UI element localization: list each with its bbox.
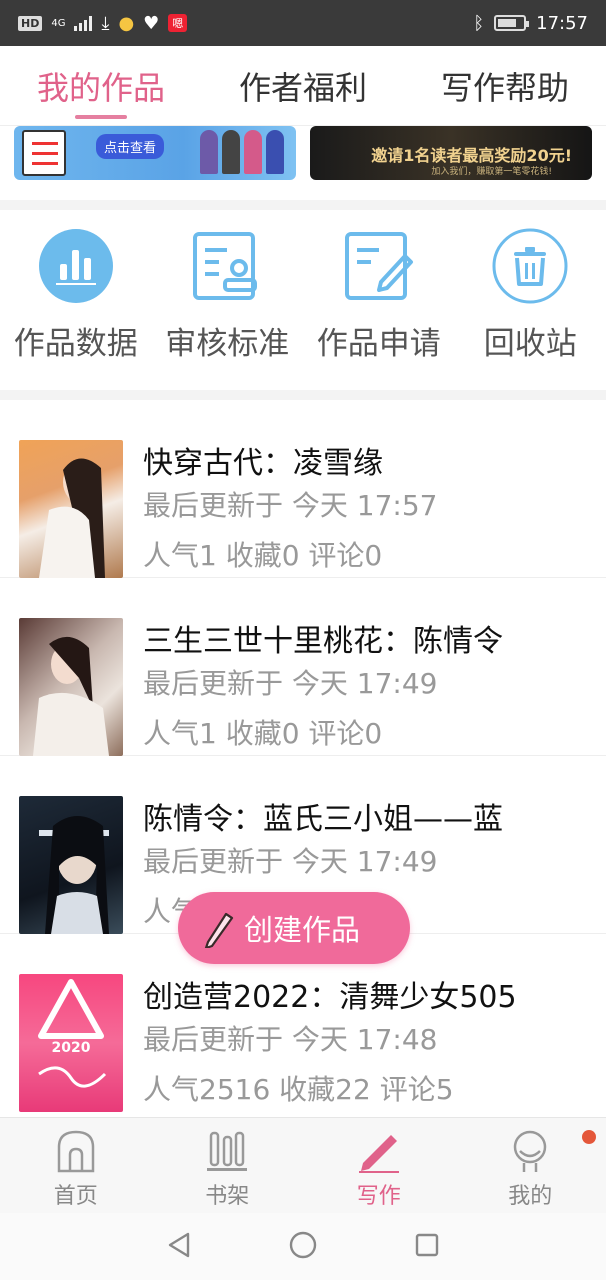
work-updated: 最后更新于 今天 17:57 [143, 489, 438, 522]
system-nav-bar [0, 1213, 606, 1280]
profile-icon [508, 1128, 552, 1174]
book-cover [19, 796, 123, 934]
nav-label: 书架 [205, 1184, 250, 1209]
checklist-icon [22, 130, 66, 176]
banner-left[interactable]: 点击查看 [14, 126, 296, 180]
book-cover: 2020 [19, 974, 123, 1112]
tab-my-works[interactable]: 我的作品 [0, 46, 202, 125]
bulb-icon: ● [118, 12, 135, 34]
view-button[interactable]: 点击查看 [96, 134, 165, 159]
work-stats: 人气1 收藏0 评论0 [143, 539, 383, 572]
work-title: 陈情令：蓝氏三小姐——蓝 [143, 802, 503, 836]
banner-invite-text: 邀请1名读者最高奖励20元! [371, 146, 572, 165]
book-cover [19, 440, 123, 578]
nav-label: 我的 [508, 1184, 553, 1209]
notification-badge: 嗯 [168, 14, 188, 32]
tool-label: 作品数据 [13, 326, 138, 362]
tool-row: 作品数据 审核标准 作品申请 回收站 [0, 210, 606, 390]
edit-doc-icon [341, 228, 417, 304]
tool-work-apply[interactable]: 作品申请 [303, 210, 455, 390]
bluetooth-icon: ᛒ [473, 12, 485, 34]
list-item[interactable]: 快穿古代：凌雪缘 最后更新于 今天 17:57 人气1 收藏0 评论0 [0, 400, 606, 578]
battery-icon [494, 15, 530, 31]
review-stamp-icon [189, 228, 265, 304]
create-work-label: 创建作品 [244, 913, 361, 947]
nav-write[interactable]: 写作 [303, 1118, 455, 1213]
notification-dot [582, 1130, 596, 1144]
banner-join-text: 加入我们，赚取第一笔零花钱! [431, 167, 552, 177]
work-title: 快穿古代：凌雪缘 [143, 446, 383, 480]
divider [0, 200, 606, 210]
characters-illustration [200, 130, 284, 174]
download-icon: ⤓ [101, 12, 110, 34]
work-title: 三生三世十里桃花：陈情令 [143, 624, 503, 658]
nav-profile[interactable]: 我的 [455, 1118, 606, 1213]
work-stats: 人气1 收藏0 评论0 [143, 717, 383, 750]
tab-author-benefits[interactable]: 作者福利 [202, 46, 404, 125]
network-label: 4G [51, 17, 66, 29]
pen-icon [357, 1128, 401, 1174]
work-title: 创造营2022：清舞少女505 [143, 980, 517, 1014]
top-tabs: 我的作品 作者福利 写作帮助 [0, 46, 606, 126]
nav-home[interactable]: 首页 [0, 1118, 152, 1213]
recents-icon[interactable] [414, 1232, 440, 1262]
work-updated: 最后更新于 今天 17:49 [143, 667, 438, 700]
heart-icon: ♥ [143, 12, 160, 34]
bar-chart-icon [38, 228, 114, 304]
hd-icon: HD [18, 15, 43, 31]
back-icon[interactable] [166, 1231, 192, 1263]
tool-review-standard[interactable]: 审核标准 [152, 210, 304, 390]
cover-year: 2020 [52, 1040, 91, 1056]
pencil-icon [202, 908, 236, 948]
divider [0, 390, 606, 400]
bottom-nav: 首页 书架 写作 我的 [0, 1117, 606, 1213]
home-circle-icon[interactable] [288, 1230, 318, 1264]
banner-row: 点击查看 邀请1名读者最高奖励20元! 加入我们，赚取第一笔零花钱! [0, 126, 606, 200]
status-bar: HD 4G ⤓ ● ♥ 嗯 ᛒ 17:57 [0, 0, 606, 46]
tool-label: 作品申请 [316, 326, 441, 362]
bookshelf-icon [205, 1128, 249, 1174]
work-updated: 最后更新于 今天 17:48 [143, 1023, 438, 1056]
work-updated: 最后更新于 今天 17:49 [143, 845, 438, 878]
book-cover [19, 618, 123, 756]
list-item[interactable]: 三生三世十里桃花：陈情令 最后更新于 今天 17:49 人气1 收藏0 评论0 [0, 578, 606, 756]
tool-work-data[interactable]: 作品数据 [0, 210, 152, 390]
create-work-button[interactable]: 创建作品 [178, 892, 410, 964]
banner-right[interactable]: 邀请1名读者最高奖励20元! 加入我们，赚取第一笔零花钱! [310, 126, 592, 180]
work-stats: 人气2516 收藏22 评论5 [143, 1073, 454, 1106]
home-icon [54, 1128, 98, 1174]
app-screen: HD 4G ⤓ ● ♥ 嗯 ᛒ 17:57 我的作品 作者福利 写作帮助 点击查… [0, 0, 606, 1280]
nav-label: 写作 [356, 1184, 401, 1209]
nav-bookshelf[interactable]: 书架 [152, 1118, 304, 1213]
tool-recycle-bin[interactable]: 回收站 [455, 210, 606, 390]
clock: 17:57 [536, 12, 588, 34]
signal-icon [74, 15, 93, 31]
trash-icon [492, 228, 568, 304]
tool-label: 回收站 [483, 326, 577, 362]
tool-label: 审核标准 [165, 326, 290, 362]
tab-writing-help[interactable]: 写作帮助 [404, 46, 606, 125]
nav-label: 首页 [53, 1184, 98, 1209]
